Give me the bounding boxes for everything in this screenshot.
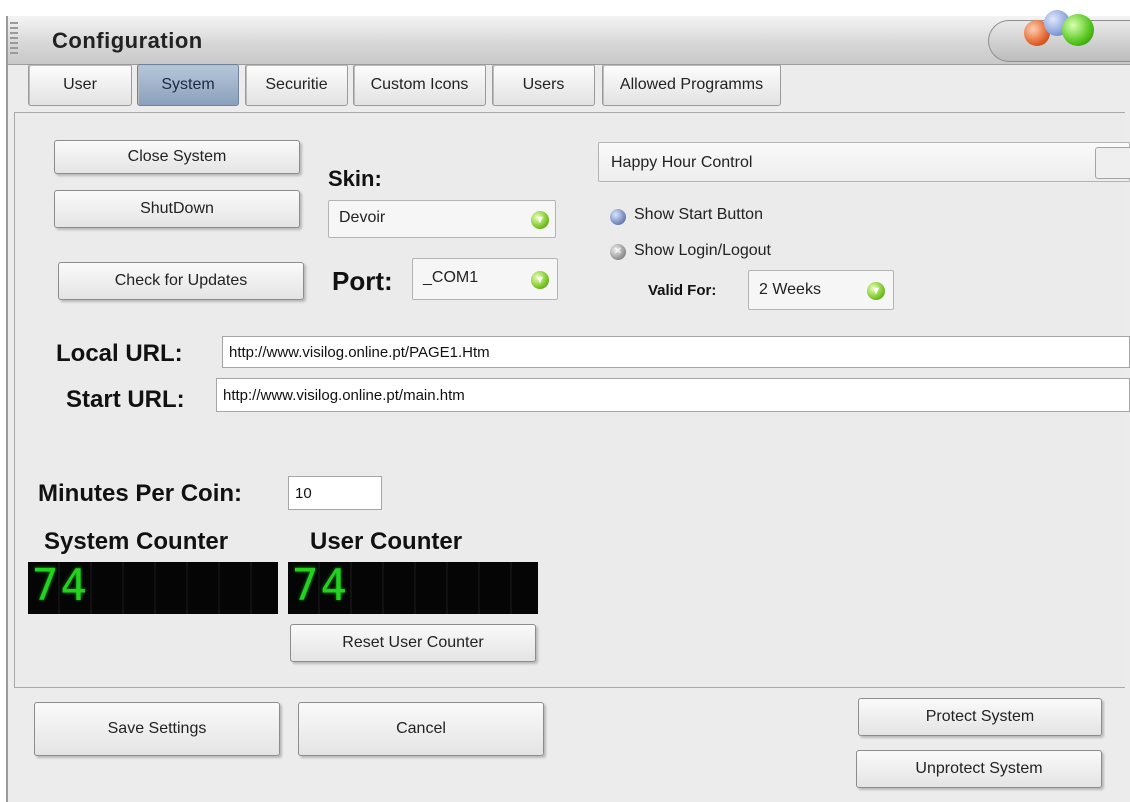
valid-for-value: 2 Weeks	[759, 281, 821, 298]
green-orb-icon[interactable]	[1062, 14, 1094, 46]
start-url-input[interactable]	[216, 378, 1130, 412]
tab-securitie[interactable]: Securitie	[245, 64, 348, 106]
happy-hour-toggle[interactable]	[1095, 147, 1130, 179]
minutes-per-coin-input[interactable]	[288, 476, 382, 510]
title-bar: Configuration	[8, 16, 1130, 65]
minutes-per-coin-label: Minutes Per Coin:	[38, 480, 243, 507]
valid-for-select[interactable]: 2 Weeks ▼	[748, 270, 894, 310]
green-down-arrow-icon[interactable]: ▼	[531, 211, 549, 229]
grip-icon[interactable]	[10, 22, 18, 56]
valid-for-label: Valid For:	[648, 282, 717, 299]
skin-label: Skin:	[328, 166, 382, 191]
tab-users[interactable]: Users	[492, 64, 595, 106]
local-url-input[interactable]	[222, 336, 1130, 368]
tab-allowed-programms[interactable]: Allowed Programms	[602, 64, 781, 106]
port-select[interactable]: _COM1 ▼	[412, 258, 558, 300]
grey-x-radio-icon[interactable]: ✕	[610, 244, 626, 260]
unprotect-system-button[interactable]: Unprotect System	[856, 750, 1102, 788]
tab-custom-icons[interactable]: Custom Icons	[353, 64, 486, 106]
blue-radio-icon[interactable]	[610, 209, 626, 225]
protect-system-button[interactable]: Protect System	[858, 698, 1102, 736]
local-url-label: Local URL:	[56, 340, 183, 367]
tab-user[interactable]: User	[28, 64, 132, 106]
shutdown-button[interactable]: ShutDown	[54, 190, 300, 228]
user-counter-value: 74	[292, 562, 349, 611]
show-start-button-label: Show Start Button	[634, 206, 763, 223]
show-login-logout-label: Show Login/Logout	[634, 242, 771, 259]
skin-value: Devoir	[339, 209, 386, 226]
reset-user-counter-button[interactable]: Reset User Counter	[290, 624, 536, 662]
save-settings-button[interactable]: Save Settings	[34, 702, 280, 756]
window-title: Configuration	[52, 28, 203, 53]
happy-hour-label: Happy Hour Control	[611, 154, 753, 171]
user-counter-label: User Counter	[310, 528, 463, 555]
skin-select[interactable]: Devoir ▼	[328, 200, 556, 238]
happy-hour-control[interactable]: Happy Hour Control	[598, 142, 1130, 182]
start-url-label: Start URL:	[66, 386, 185, 413]
system-counter-value: 74	[32, 562, 89, 611]
port-value: _COM1	[423, 269, 479, 286]
check-updates-button[interactable]: Check for Updates	[58, 262, 304, 300]
green-down-arrow-icon[interactable]: ▼	[531, 271, 549, 289]
port-label: Port:	[332, 266, 393, 296]
tab-system[interactable]: System	[137, 64, 239, 106]
green-down-arrow-icon[interactable]: ▼	[867, 282, 885, 300]
system-counter-label: System Counter	[44, 528, 229, 555]
close-system-button[interactable]: Close System	[54, 140, 300, 174]
system-counter-display: 74	[28, 562, 278, 614]
user-counter-display: 74	[288, 562, 538, 614]
cancel-button[interactable]: Cancel	[298, 702, 544, 756]
